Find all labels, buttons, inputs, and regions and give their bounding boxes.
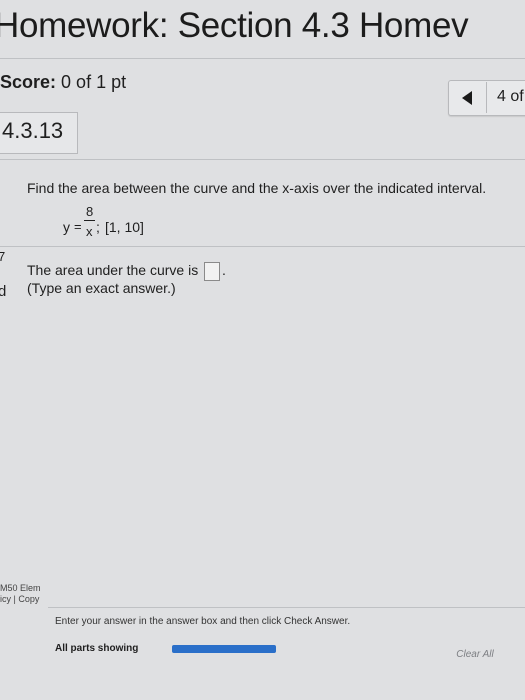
fraction-numerator: 8 — [86, 204, 94, 219]
left-edge-fragment-mid: d — [0, 283, 7, 300]
parts-progress-bar — [172, 645, 276, 653]
nav-separator — [486, 82, 487, 113]
question-prompt: Find the area between the curve and the … — [27, 180, 487, 196]
answer-input[interactable] — [204, 262, 220, 281]
equation-equals: = — [74, 219, 82, 234]
question-number: 4.3.13 — [2, 118, 64, 143]
parts-status: All parts showing — [55, 643, 139, 654]
title-divider — [0, 58, 525, 59]
parts-progress-fill — [172, 645, 276, 653]
previous-question-icon[interactable] — [458, 88, 480, 108]
equation-separator: ; — [96, 219, 100, 235]
score: Score: 0 of 1 pt — [0, 72, 126, 93]
answer-label: The area under the curve is — [27, 262, 199, 278]
answer-suffix: . — [222, 262, 226, 278]
equation-lhs: y — [63, 219, 70, 235]
left-footer-fragment-1: M50 Elem — [0, 583, 41, 593]
left-footer-fragment-2: icy | Copy — [0, 594, 40, 604]
footer-instruction: Enter your answer in the answer box and … — [55, 616, 351, 627]
score-label: Score: — [0, 72, 57, 92]
footer-divider — [48, 607, 525, 608]
left-edge-fragment-top: 7 — [0, 249, 6, 264]
answer-divider — [0, 246, 525, 247]
question-divider — [0, 159, 525, 160]
fraction-bar — [84, 220, 95, 221]
equation-interval: [1, 10] — [105, 219, 144, 235]
question-count[interactable]: 4 of — [497, 88, 524, 106]
score-value: 0 of 1 pt — [61, 72, 127, 92]
clear-all-button[interactable]: Clear All — [438, 644, 512, 666]
fraction-denominator: x — [86, 224, 93, 239]
page-title: Homework: Section 4.3 Homev — [0, 6, 469, 45]
answer-hint: (Type an exact answer.) — [27, 280, 176, 296]
